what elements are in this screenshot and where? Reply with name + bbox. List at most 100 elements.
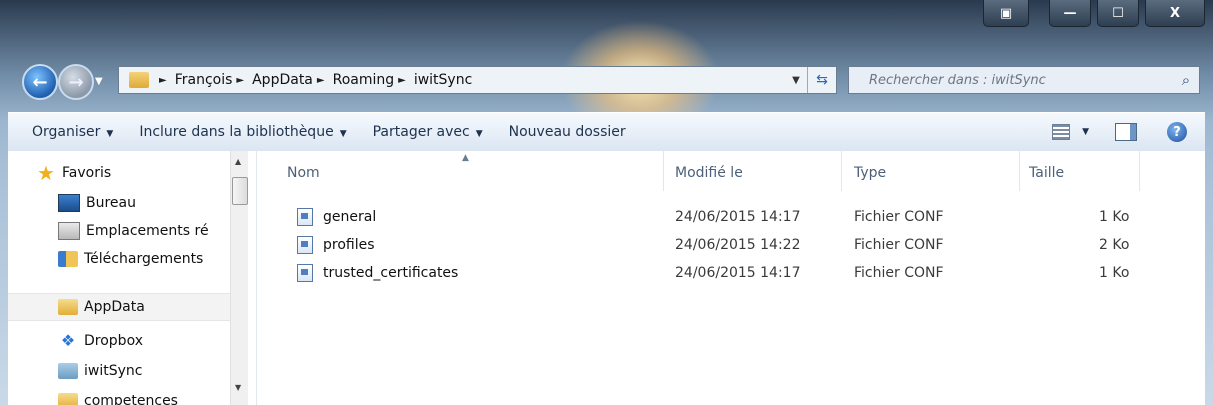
- breadcrumb-item[interactable]: iwitSync: [414, 72, 472, 88]
- column-divider[interactable]: [1139, 151, 1140, 191]
- config-file-icon: [297, 236, 313, 254]
- column-header-name[interactable]: Nom: [287, 151, 320, 195]
- share-with-menu[interactable]: Partager avec ▼: [373, 124, 483, 140]
- include-library-menu[interactable]: Inclure dans la bibliothèque ▼: [139, 124, 346, 140]
- command-bar: Organiser ▼ Inclure dans la bibliothèque ▼…: [8, 112, 1205, 152]
- breadcrumb-separator-icon[interactable]: ►: [236, 75, 244, 86]
- file-row[interactable]: trusted_certificates 24/06/2015 14:17 Fi…: [287, 260, 1167, 286]
- refresh-button[interactable]: ⇆: [807, 67, 836, 93]
- column-divider[interactable]: [841, 151, 842, 191]
- explorer-window: ▣ — ☐ X ← → ▼ ► François ► AppData ► Roami…: [0, 0, 1213, 405]
- breadcrumb-label: Roaming: [332, 72, 395, 88]
- folder-icon: [58, 299, 78, 315]
- folder-icon: [58, 393, 78, 405]
- refresh-icon: ⇆: [816, 72, 828, 88]
- chevron-down-icon: ▼: [106, 129, 114, 139]
- downloads-folder-icon: [58, 251, 78, 267]
- sidebar-item-iwitsync[interactable]: iwitSync: [58, 357, 230, 385]
- file-modified: 24/06/2015 14:22: [675, 237, 801, 253]
- forward-button[interactable]: →: [58, 64, 94, 100]
- breadcrumb-item[interactable]: AppData ►: [252, 72, 332, 88]
- file-type: Fichier CONF: [854, 209, 944, 225]
- column-header-size[interactable]: Taille: [1029, 151, 1064, 195]
- scroll-down-icon[interactable]: ▼: [235, 383, 241, 392]
- recent-places-icon: [58, 222, 80, 240]
- breadcrumb-label: AppData: [252, 72, 313, 88]
- file-modified: 24/06/2015 14:17: [675, 265, 801, 281]
- column-header-label: Type: [854, 165, 887, 181]
- file-type: Fichier CONF: [854, 265, 944, 281]
- new-folder-button[interactable]: Nouveau dossier: [509, 124, 626, 140]
- sidebar-item-favoris[interactable]: ★ Favoris: [36, 159, 230, 187]
- maximize-icon: ☐: [1112, 5, 1124, 21]
- file-modified: 24/06/2015 14:17: [675, 209, 801, 225]
- search-input[interactable]: Rechercher dans : iwitSync ⌕: [848, 66, 1200, 94]
- sidebar-item-label: AppData: [84, 299, 145, 315]
- iwitsync-folder-icon: [58, 363, 78, 379]
- file-size: 1 Ko: [1099, 265, 1130, 281]
- minimize-icon: —: [1063, 5, 1077, 21]
- sidebar-item-dropbox[interactable]: ❖ Dropbox: [58, 327, 230, 355]
- organize-menu[interactable]: Organiser ▼: [32, 124, 113, 140]
- desktop-icon: [58, 194, 80, 212]
- breadcrumb-separator-icon[interactable]: ►: [398, 75, 406, 86]
- search-icon[interactable]: ⌕: [1173, 71, 1199, 89]
- change-view-icon[interactable]: [1052, 124, 1071, 140]
- sidebar-item-label: Favoris: [62, 165, 112, 181]
- breadcrumb-item[interactable]: Roaming ►: [333, 72, 414, 88]
- file-type: Fichier CONF: [854, 237, 944, 253]
- sort-ascending-icon: ▲: [462, 153, 469, 163]
- sidebar-item-competences[interactable]: competences: [58, 387, 230, 405]
- column-header-label: Nom: [287, 165, 320, 181]
- minimize-button[interactable]: —: [1049, 0, 1091, 27]
- sidebar-scrollbar[interactable]: ▲ ▼: [230, 151, 248, 405]
- file-size: 2 Ko: [1099, 237, 1130, 253]
- file-name: profiles: [323, 237, 375, 253]
- file-name: trusted_certificates: [323, 265, 459, 281]
- recent-pages-dropdown[interactable]: ▼: [95, 76, 103, 87]
- folder-icon: [129, 72, 149, 88]
- breadcrumb-label: iwitSync: [413, 72, 473, 88]
- star-icon: ★: [37, 161, 55, 185]
- window-controls: ▣ — ☐ X: [983, 0, 1205, 36]
- back-arrow-icon: ←: [32, 71, 48, 93]
- include-library-label: Inclure dans la bibliothèque: [139, 124, 334, 140]
- address-bar[interactable]: ► François ► AppData ► Roaming ► iwitSync ▼…: [118, 66, 837, 94]
- file-name: general: [323, 209, 377, 225]
- sidebar-item-label: competences: [84, 393, 178, 405]
- window-snap-button[interactable]: ▣: [983, 0, 1029, 27]
- column-header-modified[interactable]: Modifié le: [675, 151, 743, 195]
- back-button[interactable]: ←: [22, 64, 58, 100]
- breadcrumb-separator-icon[interactable]: ►: [317, 75, 325, 86]
- sidebar-item-bureau[interactable]: Bureau: [58, 189, 230, 217]
- close-button[interactable]: X: [1145, 0, 1205, 27]
- sidebar-item-telechargements[interactable]: Téléchargements: [58, 245, 230, 273]
- sidebar-item-appdata[interactable]: AppData: [8, 293, 230, 321]
- sidebar-item-label: Bureau: [86, 195, 136, 211]
- scroll-up-icon[interactable]: ▲: [235, 157, 241, 166]
- column-divider[interactable]: [663, 151, 664, 191]
- column-header-type[interactable]: Type: [854, 151, 886, 195]
- sidebar-item-label: Téléchargements: [84, 251, 204, 267]
- file-size: 1 Ko: [1099, 209, 1130, 225]
- scrollbar-thumb[interactable]: [232, 177, 248, 205]
- close-icon: X: [1169, 5, 1181, 21]
- file-row[interactable]: profiles 24/06/2015 14:22 Fichier CONF 2…: [287, 232, 1167, 258]
- sidebar-item-emplacements[interactable]: Emplacements ré: [58, 217, 230, 245]
- breadcrumb-item[interactable]: François ►: [175, 72, 252, 88]
- navigation-row: ← → ▼ ► François ► AppData ► Roaming ► iwit…: [0, 60, 1213, 104]
- breadcrumb-label: François: [174, 72, 233, 88]
- address-history-dropdown[interactable]: ▼: [785, 75, 807, 86]
- file-list: ▲ Nom Modifié le Type Taille general 24/…: [257, 151, 1205, 405]
- breadcrumb-separator-icon[interactable]: ►: [159, 75, 167, 86]
- column-divider[interactable]: [1019, 151, 1020, 191]
- sidebar-item-label: Dropbox: [84, 333, 143, 349]
- search-placeholder: Rechercher dans : iwitSync: [869, 72, 1046, 88]
- column-header-label: Modifié le: [675, 165, 743, 181]
- preview-pane-icon[interactable]: [1115, 123, 1137, 141]
- help-icon[interactable]: ?: [1167, 122, 1187, 142]
- view-options-dropdown[interactable]: ▼: [1082, 127, 1089, 137]
- maximize-button[interactable]: ☐: [1097, 0, 1139, 27]
- chevron-down-icon: ▼: [339, 129, 347, 139]
- file-row[interactable]: general 24/06/2015 14:17 Fichier CONF 1 …: [287, 204, 1167, 230]
